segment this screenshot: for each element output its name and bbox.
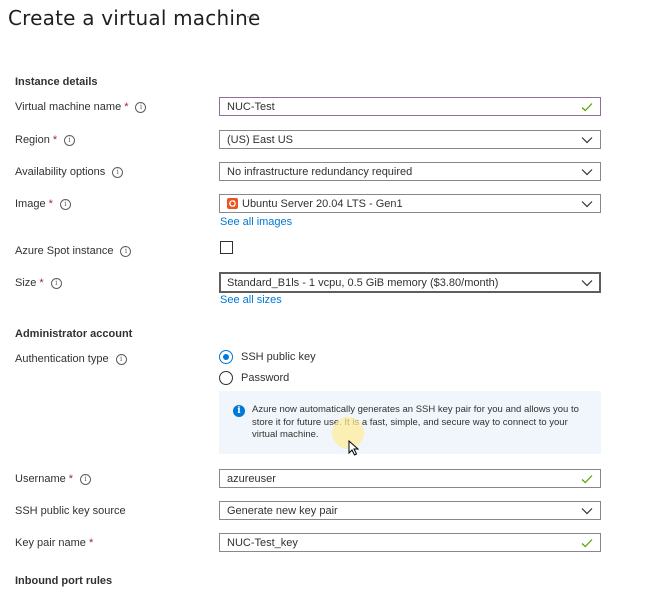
availability-value: No infrastructure redundancy required bbox=[227, 165, 413, 178]
required-marker: * bbox=[124, 101, 129, 113]
chevron-down-icon bbox=[581, 136, 593, 143]
availability-label: Availability options i bbox=[15, 163, 124, 181]
vm-name-value: NUC-Test bbox=[227, 100, 275, 113]
radio-label: Password bbox=[241, 372, 290, 384]
required-marker: * bbox=[88, 537, 94, 549]
section-inbound-port-rules: Inbound port rules bbox=[15, 575, 113, 587]
see-all-images-link[interactable]: See all images bbox=[220, 216, 292, 228]
required-marker: * bbox=[39, 277, 44, 289]
region-select[interactable]: (US) East US bbox=[219, 130, 601, 149]
auth-type-label: Authentication type i bbox=[15, 350, 127, 368]
check-icon bbox=[581, 102, 593, 111]
image-label-text: Image bbox=[15, 198, 46, 210]
info-icon[interactable]: i bbox=[135, 101, 147, 113]
size-select[interactable]: Standard_B1ls - 1 vcpu, 0.5 GiB memory (… bbox=[219, 272, 601, 293]
ubuntu-logo-icon bbox=[227, 198, 238, 209]
ssh-source-select[interactable]: Generate new key pair bbox=[219, 501, 601, 520]
username-input[interactable]: azureuser bbox=[219, 469, 601, 488]
info-icon[interactable]: i bbox=[64, 134, 76, 146]
info-icon[interactable]: i bbox=[50, 277, 62, 289]
image-label: Image * i bbox=[15, 195, 71, 213]
region-value: (US) East US bbox=[227, 133, 294, 146]
chevron-down-icon bbox=[581, 507, 593, 514]
page-title: Create a virtual machine bbox=[8, 6, 261, 30]
chevron-down-icon bbox=[581, 168, 593, 175]
ssh-source-label-text: SSH public key source bbox=[15, 505, 126, 517]
key-pair-name-input[interactable]: NUC-Test_key bbox=[219, 533, 601, 552]
more-options-button[interactable]: ··· bbox=[246, 9, 261, 23]
ssh-source-value: Generate new key pair bbox=[227, 504, 338, 517]
info-icon[interactable]: i bbox=[120, 245, 132, 257]
section-instance-details: Instance details bbox=[15, 76, 98, 88]
image-value: Ubuntu Server 20.04 LTS - Gen1 bbox=[242, 197, 403, 210]
key-pair-name-label: Key pair name * bbox=[15, 534, 93, 552]
radio-selected[interactable] bbox=[219, 350, 233, 364]
image-select[interactable]: Ubuntu Server 20.04 LTS - Gen1 bbox=[219, 194, 601, 213]
spot-label: Azure Spot instance i bbox=[15, 242, 132, 260]
size-label: Size * i bbox=[15, 274, 62, 292]
vm-name-label: Virtual machine name * i bbox=[15, 98, 147, 116]
size-label-text: Size bbox=[15, 277, 37, 289]
vm-name-label-text: Virtual machine name bbox=[15, 101, 122, 113]
ssh-source-label: SSH public key source bbox=[15, 502, 126, 520]
radio-ssh-public-key[interactable]: SSH public key bbox=[219, 350, 316, 364]
info-message-text: Azure now automatically generates an SSH… bbox=[252, 404, 579, 440]
vm-name-input[interactable]: NUC-Test bbox=[219, 97, 601, 116]
ssh-info-message: i Azure now automatically generates an S… bbox=[219, 391, 601, 454]
size-value: Standard_B1ls - 1 vcpu, 0.5 GiB memory (… bbox=[227, 276, 499, 289]
check-icon bbox=[581, 538, 593, 547]
see-all-sizes-link[interactable]: See all sizes bbox=[220, 294, 282, 306]
info-icon[interactable]: i bbox=[115, 353, 127, 365]
info-icon: i bbox=[233, 405, 245, 417]
region-label-text: Region bbox=[15, 134, 50, 146]
azure-spot-checkbox[interactable] bbox=[220, 241, 233, 254]
region-label: Region * i bbox=[15, 131, 76, 149]
username-value: azureuser bbox=[227, 472, 276, 485]
required-marker: * bbox=[48, 198, 53, 210]
section-administrator-account: Administrator account bbox=[15, 328, 133, 340]
info-icon[interactable]: i bbox=[112, 166, 124, 178]
username-label: Username * i bbox=[15, 470, 92, 488]
auth-type-label-text: Authentication type bbox=[15, 353, 109, 365]
required-marker: * bbox=[68, 473, 74, 485]
required-marker: * bbox=[52, 134, 58, 146]
username-label-text: Username bbox=[15, 473, 66, 485]
availability-label-text: Availability options bbox=[15, 166, 106, 178]
availability-select[interactable]: No infrastructure redundancy required bbox=[219, 162, 601, 181]
radio-label: SSH public key bbox=[241, 351, 316, 363]
chevron-down-icon bbox=[581, 279, 593, 286]
info-icon[interactable]: i bbox=[80, 473, 92, 485]
key-pair-name-label-text: Key pair name bbox=[15, 537, 86, 549]
chevron-down-icon bbox=[581, 200, 593, 207]
spot-label-text: Azure Spot instance bbox=[15, 245, 114, 257]
radio-unselected[interactable] bbox=[219, 371, 233, 385]
info-icon[interactable]: i bbox=[59, 198, 71, 210]
radio-password[interactable]: Password bbox=[219, 371, 289, 385]
mouse-pointer-icon bbox=[348, 440, 359, 456]
check-icon bbox=[581, 474, 593, 483]
key-pair-name-value: NUC-Test_key bbox=[227, 536, 298, 549]
